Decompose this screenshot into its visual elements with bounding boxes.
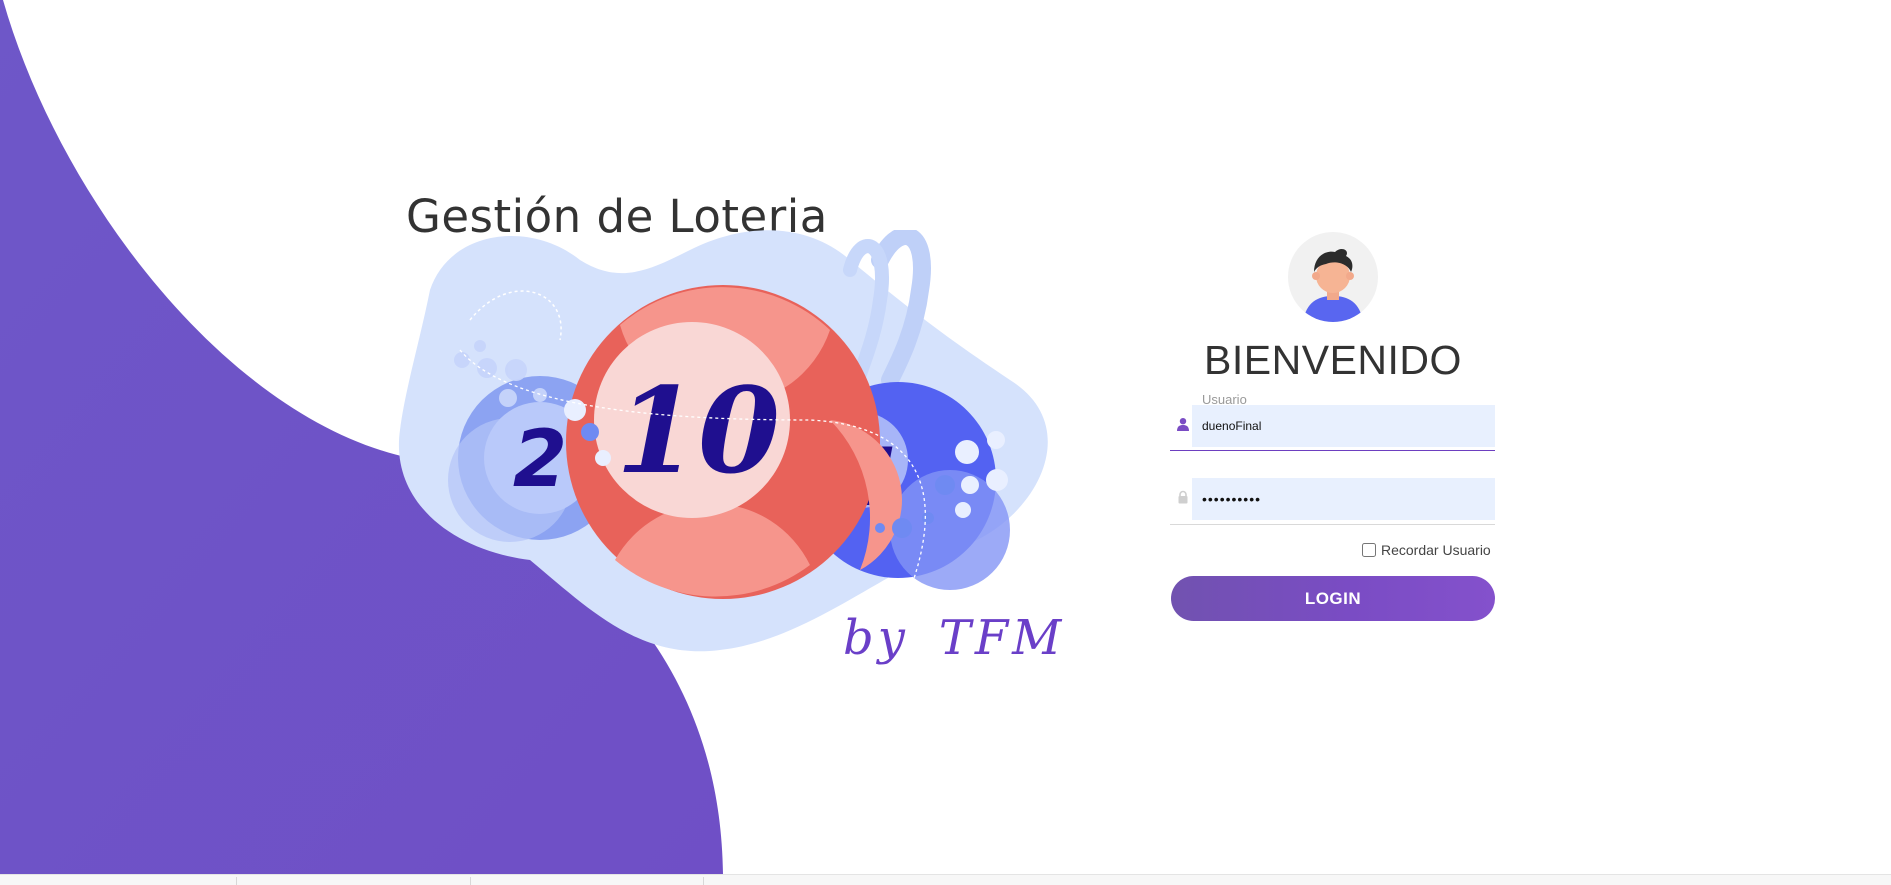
lottery-balls-illustration: 2 1 10 [398, 230, 1048, 652]
ball-2-number: 2 [513, 415, 567, 505]
lock-icon [1178, 490, 1188, 504]
ball-10-number: 10 [616, 361, 780, 500]
bottom-scrollbar-strip [0, 874, 1891, 885]
username-input[interactable] [1192, 405, 1495, 447]
byline-prefix: by [843, 610, 909, 666]
byline-name: TFM [938, 610, 1066, 666]
login-button[interactable]: LOGIN [1171, 576, 1495, 621]
username-field: Usuario [1170, 392, 1495, 451]
remember-label: Recordar Usuario [1381, 542, 1491, 558]
welcome-heading: BIENVENIDO [1204, 337, 1462, 383]
password-field [1170, 472, 1495, 525]
remember-user[interactable]: Recordar Usuario [1362, 542, 1491, 558]
byline: by TFM [843, 610, 1065, 666]
user-icon [1177, 418, 1189, 431]
remember-checkbox[interactable] [1362, 543, 1376, 557]
password-input[interactable] [1192, 478, 1495, 520]
user-avatar-icon [1288, 232, 1378, 322]
